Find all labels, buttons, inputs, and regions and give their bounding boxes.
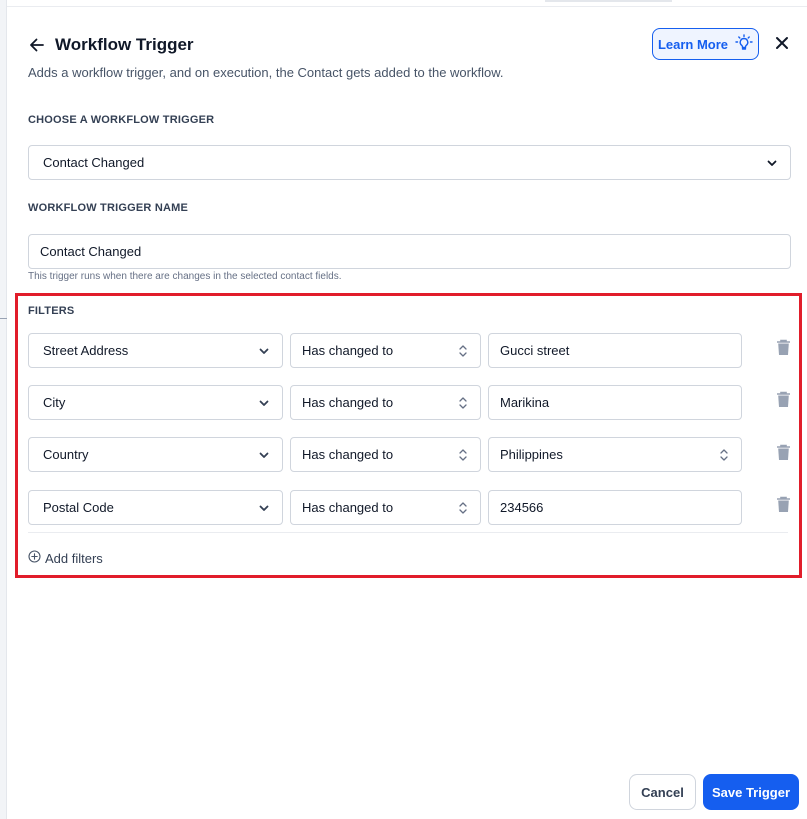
chevron-up-down-icon [458, 447, 468, 463]
edge-tick [0, 318, 7, 319]
chevron-up-down-icon [458, 500, 468, 516]
trigger-name-value: Contact Changed [40, 244, 142, 259]
chevron-down-icon [766, 157, 778, 169]
chevron-down-icon [258, 449, 270, 461]
filter-operator-value: Has changed to [302, 343, 394, 358]
top-scroll-indicator [545, 0, 672, 2]
page-title: Workflow Trigger [55, 35, 194, 54]
trigger-select[interactable]: Contact Changed [28, 145, 791, 180]
drawer-header: Workflow Trigger Adds a workflow trigger… [28, 28, 791, 88]
filter-field-value: City [43, 395, 66, 410]
chevron-down-icon [258, 502, 270, 514]
add-filters-button[interactable]: Add filters [28, 550, 103, 566]
left-edge-strip [0, 0, 7, 819]
trash-icon[interactable] [776, 391, 791, 408]
chevron-up-down-icon [458, 343, 468, 359]
filter-value-input[interactable]: Marikina [488, 385, 742, 420]
page-subtitle: Adds a workflow trigger, and on executio… [28, 65, 504, 80]
filter-operator-value: Has changed to [302, 500, 394, 515]
arrow-left-icon[interactable] [28, 36, 46, 54]
filter-field-select[interactable]: Country [28, 437, 283, 472]
top-divider [7, 6, 807, 7]
learn-more-label: Learn More [657, 36, 729, 52]
trash-icon[interactable] [776, 444, 791, 461]
filter-value-select[interactable]: Philippines [488, 437, 742, 472]
filter-operator-value: Has changed to [302, 395, 394, 410]
close-icon[interactable] [774, 35, 790, 51]
filters-label: FILTERS [28, 305, 75, 317]
learn-more-button[interactable]: Learn More [652, 28, 759, 60]
filter-operator-select[interactable]: Has changed to [290, 490, 481, 525]
plus-circle-icon [28, 550, 41, 566]
trash-icon[interactable] [776, 496, 791, 513]
trigger-name-label: WORKFLOW TRIGGER NAME [28, 202, 189, 214]
save-trigger-button[interactable]: Save Trigger [703, 774, 799, 810]
chevron-down-icon [258, 397, 270, 409]
chevron-up-down-icon [458, 395, 468, 411]
filter-value-input[interactable]: 234566 [488, 490, 742, 525]
filter-operator-select[interactable]: Has changed to [290, 385, 481, 420]
trash-icon[interactable] [776, 339, 791, 356]
filter-value-text: 234566 [500, 500, 544, 515]
choose-trigger-label: CHOOSE A WORKFLOW TRIGGER [28, 114, 215, 126]
filter-operator-select[interactable]: Has changed to [290, 333, 481, 368]
chevron-down-icon [258, 345, 270, 357]
filter-field-select[interactable]: City [28, 385, 283, 420]
filter-value-text: Marikina [500, 395, 550, 410]
filter-value-text: Philippines [500, 447, 563, 462]
filter-value-text: Gucci street [500, 343, 570, 358]
trigger-select-value: Contact Changed [43, 155, 145, 170]
filters-divider [28, 532, 788, 533]
trigger-name-input[interactable]: Contact Changed [28, 234, 791, 269]
filter-field-value: Country [43, 447, 89, 462]
cancel-button[interactable]: Cancel [629, 774, 696, 810]
add-filters-label: Add filters [45, 550, 103, 566]
filter-field-value: Postal Code [43, 500, 114, 515]
filter-value-input[interactable]: Gucci street [488, 333, 742, 368]
chevron-up-down-icon [719, 447, 729, 463]
filter-operator-value: Has changed to [302, 447, 394, 462]
filter-field-value: Street Address [43, 343, 129, 358]
filter-field-select[interactable]: Postal Code [28, 490, 283, 525]
filter-operator-select[interactable]: Has changed to [290, 437, 481, 472]
filter-field-select[interactable]: Street Address [28, 333, 283, 368]
lightbulb-icon [735, 33, 753, 55]
trigger-name-hint: This trigger runs when there are changes… [28, 271, 342, 282]
